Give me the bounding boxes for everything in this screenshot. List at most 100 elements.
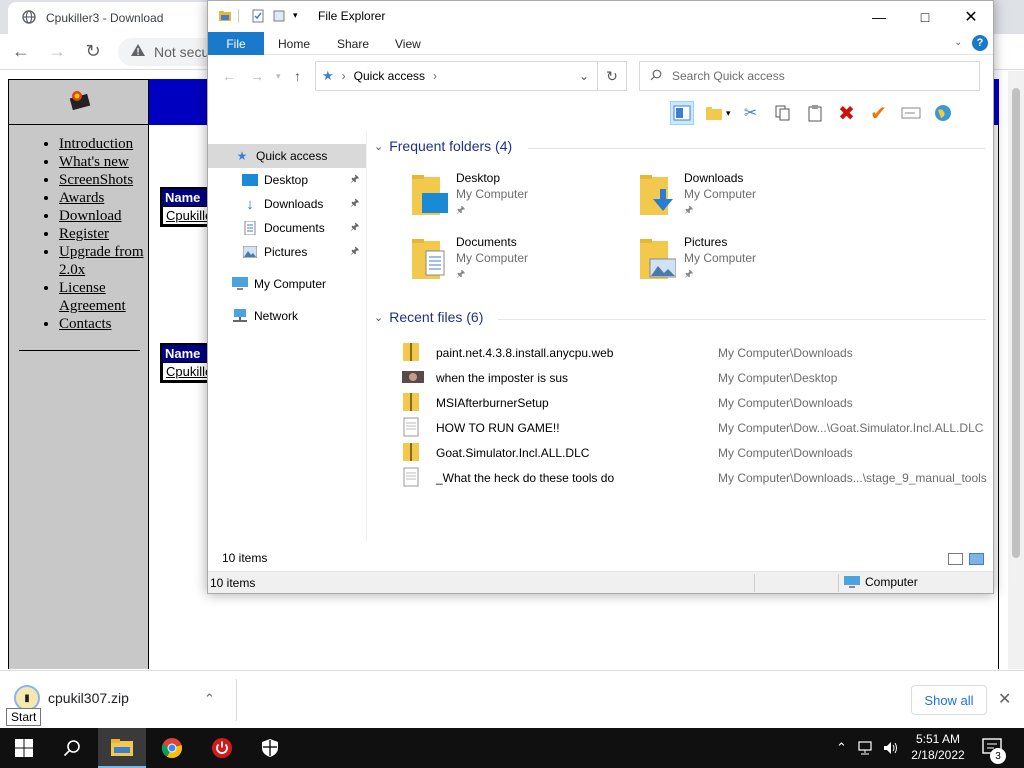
status-bar: 10 items Computer [208,571,993,593]
tab-file[interactable]: File [208,32,264,55]
breadcrumb[interactable]: Quick access [354,69,425,83]
preview-pane-icon[interactable] [670,101,694,125]
large-icons-view-icon[interactable] [969,553,984,565]
minimize-button[interactable]: — [856,1,902,32]
checkmark-icon[interactable]: ✔ [867,101,891,125]
network-icon[interactable] [857,741,873,755]
site-nav-item[interactable]: Register [59,225,148,243]
back-arrow-icon[interactable]: ← [10,41,32,63]
maximize-button[interactable]: □ [902,1,948,32]
pin-icon: 🖈 [456,205,466,216]
folder-tile-documents[interactable]: Documents My Computer 🖈 [410,235,630,291]
taskbar-power-app[interactable] [198,728,246,768]
site-nav-link[interactable]: Register [59,226,109,242]
rename-icon[interactable] [899,101,923,125]
search-button[interactable] [48,728,96,768]
list-item[interactable]: when the imposter is sus My Computer\Des… [402,365,992,390]
sidebar-item-label: Downloads [264,197,324,211]
site-nav-item[interactable]: Upgrade from 2.0x [59,243,148,279]
list-item[interactable]: _What the heck do these tools do My Comp… [402,465,992,490]
pin-icon[interactable]: 🖈 [350,220,359,237]
chevron-up-icon[interactable]: ⌃ [836,740,847,756]
list-item[interactable]: Goat.Simulator.Incl.ALL.DLC My Computer\… [402,440,992,465]
paste-icon[interactable] [803,101,827,125]
new-folder-icon[interactable] [272,9,286,23]
sidebar-item-my-computer[interactable]: My Computer [208,272,366,296]
folder-tile-pictures[interactable]: Pictures My Computer 🖈 [638,235,858,291]
site-nav-item[interactable]: Download [59,207,148,225]
site-nav-item[interactable]: ScreenShots [59,171,148,189]
forward-arrow-icon[interactable]: → [46,41,68,63]
site-nav-item[interactable]: Awards [59,189,148,207]
taskbar-chrome[interactable] [148,728,196,768]
tab-home[interactable]: Home [278,32,310,55]
site-nav-link[interactable]: License Agreement [59,280,126,314]
address-bar[interactable]: ★ › Quick access › ⌄ [315,61,598,91]
group-header-frequent[interactable]: ⌄ Frequent folders (4) [374,138,512,154]
file-path: My Computer\Dow...\Goat.Simulator.Incl.A… [718,421,984,435]
volume-icon[interactable] [883,741,899,755]
page-scrollbar-thumb[interactable] [1012,88,1020,558]
pin-icon[interactable]: 🖈 [350,244,359,261]
group-header-recent[interactable]: ⌄ Recent files (6) [374,309,483,325]
close-icon[interactable]: ✕ [998,689,1011,709]
site-nav-item[interactable]: What's new [59,153,148,171]
refresh-icon[interactable]: ↻ [597,61,627,91]
chevron-up-icon[interactable]: ⌃ [204,691,215,707]
site-nav-item[interactable]: Introduction [59,135,148,153]
tab-view[interactable]: View [395,32,421,55]
file-name: HOW TO RUN GAME!! [436,421,560,435]
recent-locations-icon[interactable]: ▾ [276,71,281,82]
sidebar-item-desktop[interactable]: Desktop 🖈 [208,168,366,192]
copy-icon[interactable] [771,101,795,125]
sidebar-item-documents[interactable]: Documents 🖈 [208,216,366,240]
sidebar-item-pictures[interactable]: Pictures 🖈 [208,240,366,264]
site-nav-link[interactable]: Upgrade from 2.0x [59,244,144,278]
site-nav-link[interactable]: Introduction [59,136,133,152]
chevron-down-icon[interactable]: ⌄ [579,69,589,83]
properties-icon[interactable] [251,9,265,23]
chevron-down-icon[interactable]: ▾ [726,108,731,119]
window-titlebar[interactable]: ▾ File Explorer — □ ✕ [208,1,993,32]
sidebar-item-downloads[interactable]: ↓ Downloads 🖈 [208,192,366,216]
new-folder-icon[interactable] [702,101,726,125]
help-icon[interactable]: ? [972,35,988,51]
site-nav-link[interactable]: Awards [59,190,104,206]
site-nav-item[interactable]: Contacts [59,315,148,333]
tab-share[interactable]: Share [337,32,369,55]
folder-tile-desktop[interactable]: Desktop My Computer 🖈 [410,171,630,227]
site-logo [8,79,149,125]
chevron-down-icon[interactable]: ⌄ [954,37,962,48]
folder-tile-downloads[interactable]: Downloads My Computer 🖈 [638,171,858,227]
sidebar-item-network[interactable]: Network [208,304,366,328]
up-arrow-icon[interactable]: ↑ [294,68,301,84]
site-nav-link[interactable]: Contacts [59,316,112,332]
sidebar-item-quick-access[interactable]: ★ Quick access [208,144,366,168]
taskbar-security[interactable] [246,728,294,768]
site-nav-item[interactable]: License Agreement [59,279,148,315]
globe-icon[interactable] [931,101,955,125]
forward-arrow-icon[interactable]: → [250,68,264,84]
site-nav-link[interactable]: What's new [59,154,129,170]
close-button[interactable]: ✕ [948,1,994,32]
cut-icon[interactable]: ✂ [739,101,763,125]
back-arrow-icon[interactable]: ← [222,68,236,84]
pin-icon[interactable]: 🖈 [350,196,359,213]
browser-tab[interactable]: Cpukiller3 - Download [8,2,228,34]
site-nav-link[interactable]: ScreenShots [59,172,133,188]
divider [498,319,986,320]
taskbar-clock[interactable]: 5:51 AM 2/18/2022 [906,731,970,763]
details-view-icon[interactable] [948,553,963,565]
reload-icon[interactable]: ↻ [82,41,104,63]
list-item[interactable]: MSIAfterburnerSetup My Computer\Download… [402,390,992,415]
customize-quick-access-icon[interactable]: ▾ [293,10,298,21]
list-item[interactable]: paint.net.4.3.8.install.anycpu.web My Co… [402,340,992,365]
show-all-button[interactable]: Show all [911,685,987,715]
search-input[interactable]: Search Quick access [639,61,980,91]
pin-icon[interactable]: 🖈 [350,172,359,189]
site-nav-link[interactable]: Download [59,208,122,224]
delete-icon[interactable]: ✖ [835,101,859,125]
list-item[interactable]: HOW TO RUN GAME!! My Computer\Dow...\Goa… [402,415,992,440]
start-button[interactable] [0,728,48,768]
taskbar-file-explorer[interactable] [98,728,146,768]
